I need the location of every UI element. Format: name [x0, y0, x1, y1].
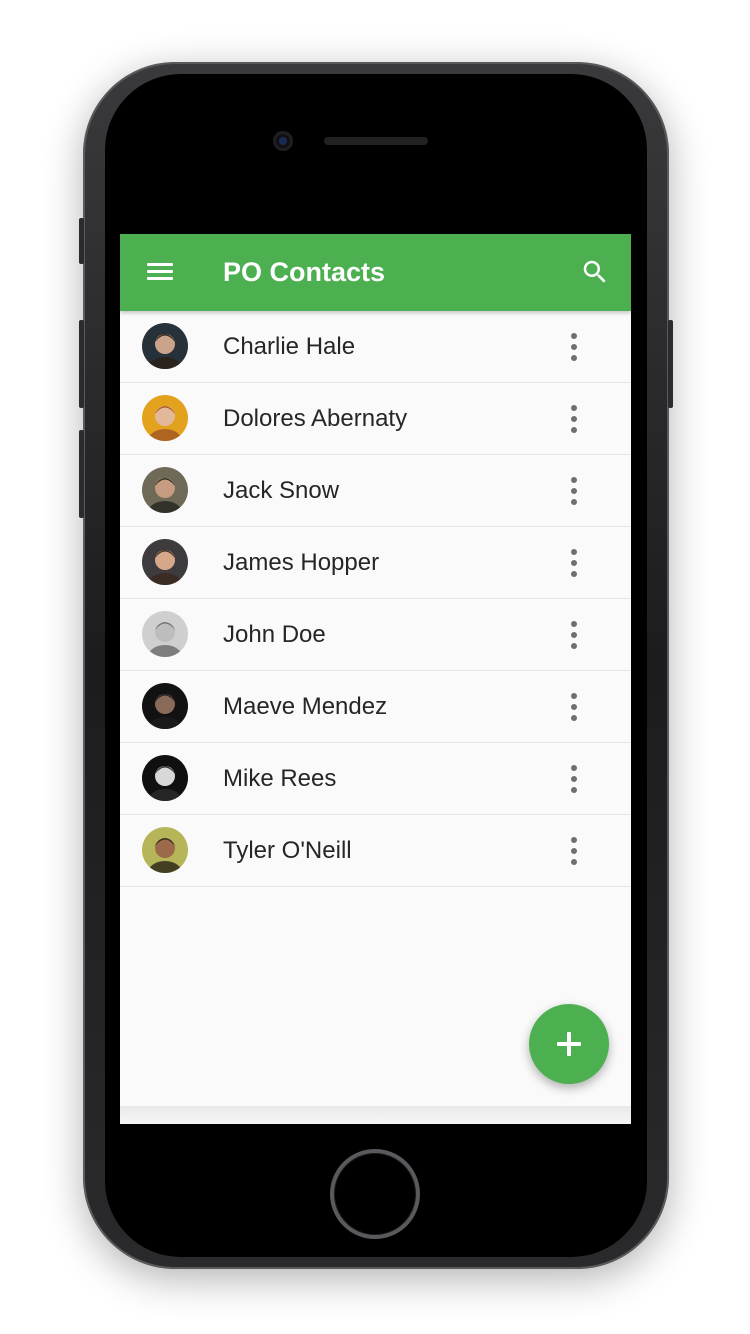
more-vertical-icon[interactable] — [562, 403, 586, 435]
add-contact-button[interactable] — [529, 1004, 609, 1084]
contact-name: John Doe — [223, 621, 326, 648]
contact-row[interactable]: Tyler O'Neill — [120, 815, 631, 887]
front-camera — [273, 131, 293, 151]
contact-name: Jack Snow — [223, 477, 340, 504]
app-title: PO Contacts — [223, 257, 386, 287]
contact-avatar — [142, 467, 188, 513]
more-vertical-icon[interactable] — [562, 475, 586, 507]
volume-down-button — [79, 430, 84, 518]
contact-row[interactable]: Jack Snow — [120, 455, 631, 527]
contact-name: Tyler O'Neill — [223, 837, 352, 864]
more-vertical-icon[interactable] — [562, 619, 586, 651]
volume-up-button — [79, 320, 84, 408]
power-button — [668, 320, 673, 408]
home-button[interactable] — [330, 1149, 420, 1239]
more-vertical-icon[interactable] — [562, 835, 586, 867]
contact-row[interactable]: Dolores Abernaty — [120, 383, 631, 455]
contact-avatar — [142, 611, 188, 657]
contact-list: Charlie Hale Dolores Abernaty Jack Snow Jam… — [120, 311, 631, 887]
contact-avatar — [142, 683, 188, 729]
earpiece-speaker — [324, 137, 428, 145]
contact-avatar — [142, 539, 188, 585]
more-vertical-icon[interactable] — [562, 547, 586, 579]
plus-icon — [557, 1032, 581, 1056]
contact-name: Charlie Hale — [223, 333, 356, 360]
mute-switch — [79, 218, 84, 264]
app-screen: PO Contacts Charlie Hale Dolores Abernaty… — [120, 234, 631, 1124]
contact-name: Dolores Abernaty — [223, 405, 408, 432]
screen-bottom-edge — [120, 1106, 631, 1124]
app-bar: PO Contacts — [120, 234, 631, 311]
contact-avatar — [142, 395, 188, 441]
contact-avatar — [142, 827, 188, 873]
contact-name: Maeve Mendez — [223, 693, 388, 720]
contact-avatar — [142, 755, 188, 801]
contact-name: Mike Rees — [223, 765, 337, 792]
hamburger-menu-icon[interactable] — [146, 260, 174, 284]
search-icon[interactable] — [580, 257, 610, 287]
contact-row[interactable]: Charlie Hale — [120, 311, 631, 383]
more-vertical-icon[interactable] — [562, 331, 586, 363]
contact-row[interactable]: Mike Rees — [120, 743, 631, 815]
contact-row[interactable]: James Hopper — [120, 527, 631, 599]
more-vertical-icon[interactable] — [562, 763, 586, 795]
more-vertical-icon[interactable] — [562, 691, 586, 723]
contact-row[interactable]: Maeve Mendez — [120, 671, 631, 743]
contact-name: James Hopper — [223, 549, 380, 576]
contact-avatar — [142, 323, 188, 369]
contact-row[interactable]: John Doe — [120, 599, 631, 671]
